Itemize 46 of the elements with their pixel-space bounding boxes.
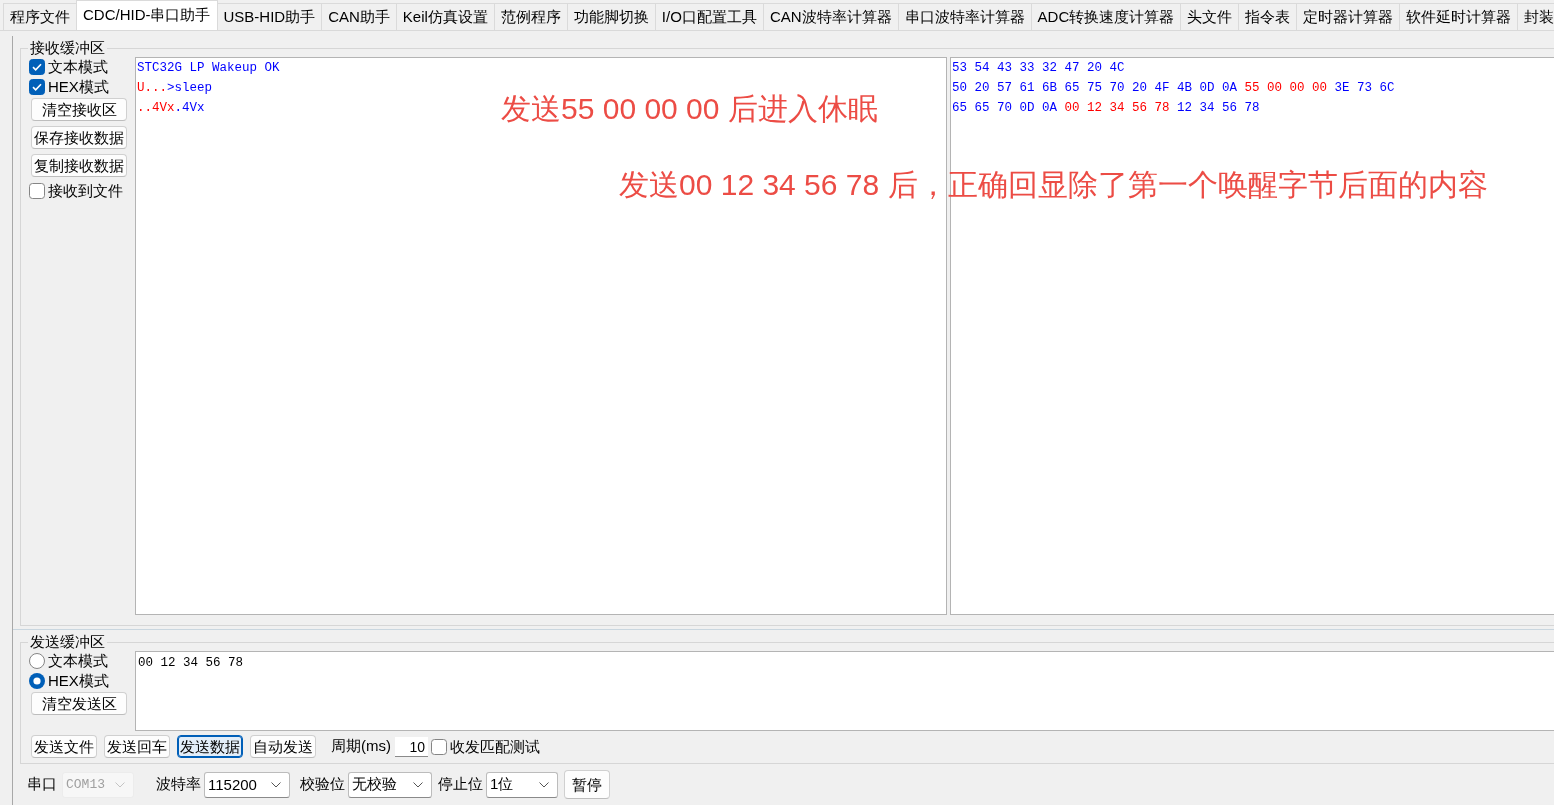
hex-text: 65 65 70 0D 0A bbox=[952, 101, 1058, 115]
checkbox[interactable]: 收发匹配测试 bbox=[431, 736, 540, 757]
checkbox[interactable]: 文本模式 bbox=[29, 57, 108, 77]
side-button[interactable]: 保存接收数据 bbox=[31, 126, 127, 149]
chevron-down-icon bbox=[539, 781, 549, 788]
checkbox[interactable]: 接收到文件 bbox=[29, 181, 123, 201]
action-button[interactable]: 发送数据 bbox=[177, 735, 243, 758]
field-label: 校验位 bbox=[300, 775, 345, 794]
group-title: 发送缓冲区 bbox=[29, 633, 106, 651]
radio-button[interactable]: HEX模式 bbox=[29, 671, 109, 691]
dropdown[interactable]: 1位 bbox=[486, 771, 558, 798]
tab[interactable]: CDC/HID-串口助手 bbox=[76, 0, 218, 30]
send-text-field[interactable]: 00 12 34 56 78 bbox=[135, 651, 1554, 731]
chevron-down-icon bbox=[413, 781, 423, 788]
period-input[interactable]: 10 bbox=[395, 736, 428, 757]
hex-text: 50 20 57 61 6B 65 75 70 20 4F 4B 0D 0A bbox=[952, 81, 1238, 95]
annotation-text: 发送55 00 00 00 后进入休眠 bbox=[501, 91, 878, 127]
action-button[interactable]: 发送回车 bbox=[104, 735, 170, 758]
hex-text: 12 34 56 78 bbox=[1177, 101, 1260, 115]
hex-text: 3E 73 6C bbox=[1334, 81, 1395, 95]
chevron-down-icon bbox=[271, 781, 281, 788]
pause-button[interactable]: 暂停 bbox=[564, 770, 610, 799]
received-text: ..4Vx bbox=[137, 101, 175, 115]
received-text: >sleep bbox=[167, 81, 213, 95]
field-label: 波特率 bbox=[156, 775, 201, 794]
dropdown[interactable]: 无校验 bbox=[348, 771, 432, 798]
received-text: U... bbox=[137, 81, 167, 95]
side-button[interactable]: 复制接收数据 bbox=[31, 154, 127, 177]
field-label: 周期(ms) bbox=[331, 737, 391, 756]
hex-text: 55 00 00 00 bbox=[1244, 81, 1328, 95]
received-text: STC32G LP Wakeup OK bbox=[137, 61, 280, 75]
field-label: 串口 bbox=[27, 775, 57, 794]
tab[interactable]: 程序文件 bbox=[3, 3, 77, 30]
chevron-down-icon bbox=[115, 781, 125, 788]
field-label: 停止位 bbox=[438, 775, 483, 794]
group-title: 接收缓冲区 bbox=[29, 39, 106, 57]
hex-text: 00 12 34 56 78 bbox=[1064, 101, 1170, 115]
action-button[interactable]: 自动发送 bbox=[250, 735, 316, 758]
dropdown[interactable]: 115200 bbox=[204, 771, 290, 798]
radio-button[interactable]: 文本模式 bbox=[29, 651, 108, 671]
clear-send-button[interactable]: 清空发送区 bbox=[31, 692, 127, 715]
side-button[interactable]: 清空接收区 bbox=[31, 98, 127, 121]
received-text: .4Vx bbox=[174, 101, 205, 115]
checkbox[interactable]: HEX模式 bbox=[29, 77, 109, 97]
action-button[interactable]: 发送文件 bbox=[31, 735, 97, 758]
hex-text: 53 54 43 33 32 47 20 4C bbox=[952, 61, 1125, 75]
